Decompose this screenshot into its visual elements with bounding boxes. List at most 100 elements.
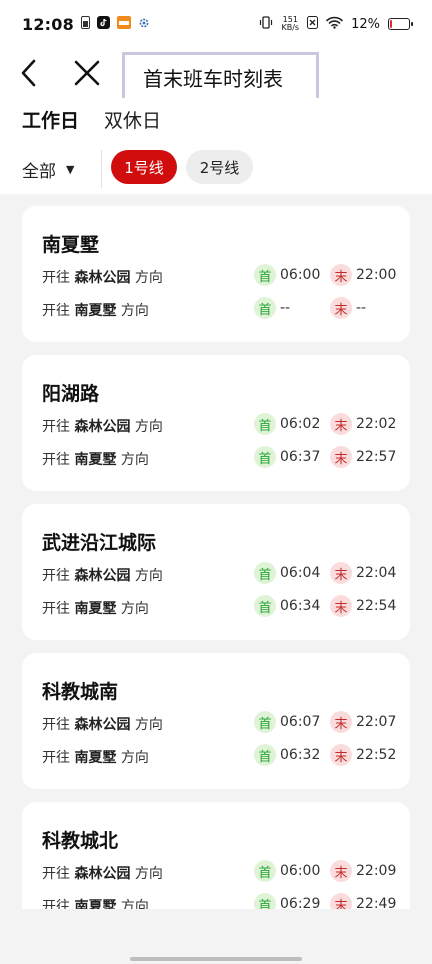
filter-all-label: 全部: [22, 162, 56, 182]
last-train-time: 22:49: [356, 896, 397, 909]
tiktok-icon: [96, 16, 110, 32]
close-button[interactable]: [70, 56, 104, 90]
last-train-time: 22:04: [356, 565, 397, 581]
toward-suffix: 方向: [134, 866, 163, 882]
destination-name: 南夏墅: [74, 899, 117, 909]
last-train-badge: 末: [330, 744, 352, 766]
station-card[interactable]: 科教城北 开往 森林公园 方向首 06:00 末 22:09 开往 南夏墅 方向首 06:2…: [22, 802, 410, 909]
wifi-icon: [326, 16, 343, 33]
direction-row: 开往 南夏墅 方向 首 06:37 末 22:57: [42, 446, 396, 470]
first-train-badge: 首: [254, 744, 276, 766]
last-train-badge: 末: [330, 413, 352, 435]
toward-prefix: 开往: [42, 568, 70, 584]
direction-text: 开往 森林公园 方向: [42, 416, 163, 436]
destination-name: 森林公园: [74, 568, 131, 584]
app-notification-icon: [116, 16, 131, 32]
last-train-time: 22:07: [356, 714, 397, 730]
first-train-badge: 首: [254, 297, 276, 319]
first-train-time: 06:32: [280, 747, 321, 763]
no-sim-icon: [307, 15, 319, 33]
station-card[interactable]: 阳湖路 开往 森林公园 方向首 06:02 末 22:02 开往 南夏墅 方向首 06:37…: [22, 355, 410, 491]
app-bar: 首末班车时刻表: [0, 48, 432, 102]
station-name: 武进沿江城际: [42, 532, 157, 554]
battery-percent: 12%: [351, 16, 380, 32]
filter-all-dropdown[interactable]: 全部 ▼: [22, 157, 74, 182]
direction-text: 开往 南夏墅 方向: [42, 747, 149, 767]
direction-text: 开往 森林公园 方向: [42, 267, 163, 287]
last-train-badge: 末: [330, 893, 352, 909]
first-train-badge: 首: [254, 562, 276, 584]
station-name: 阳湖路: [42, 383, 100, 405]
toward-suffix: 方向: [120, 601, 149, 617]
first-train-badge: 首: [254, 264, 276, 286]
first-train-time: 06:29: [280, 896, 321, 909]
page-title: 首末班车时刻表: [122, 52, 319, 102]
toward-suffix: 方向: [120, 750, 149, 766]
last-train-badge: 末: [330, 860, 352, 882]
toward-suffix: 方向: [134, 270, 163, 286]
status-time: 12:08: [22, 14, 74, 34]
toward-suffix: 方向: [120, 899, 149, 909]
sim-icon: [80, 16, 90, 32]
station-card[interactable]: 南夏墅 开往 森林公园 方向首 06:00 末 22:00 开往 南夏墅 方向首 -- 末 --: [22, 206, 410, 342]
station-card[interactable]: 科教城南 开往 森林公园 方向首 06:07 末 22:07 开往 南夏墅 方向首 06:3…: [22, 653, 410, 789]
first-train-time: 06:02: [280, 416, 321, 432]
destination-name: 南夏墅: [74, 750, 117, 766]
first-train-badge: 首: [254, 595, 276, 617]
first-train-badge: 首: [254, 413, 276, 435]
toward-prefix: 开往: [42, 419, 70, 435]
direction-text: 开往 南夏墅 方向: [42, 300, 149, 320]
direction-text: 开往 南夏墅 方向: [42, 449, 149, 469]
direction-text: 开往 森林公园 方向: [42, 565, 163, 585]
first-train-time: 06:00: [280, 267, 321, 283]
first-train-time: 06:04: [280, 565, 321, 581]
last-train-badge: 末: [330, 446, 352, 468]
first-train-badge: 首: [254, 711, 276, 733]
toward-prefix: 开往: [42, 601, 70, 617]
direction-row: 开往 森林公园 方向 首 06:07 末 22:07: [42, 711, 396, 735]
direction-row: 开往 南夏墅 方向 首 06:32 末 22:52: [42, 744, 396, 768]
line-chip-2[interactable]: 2号线: [186, 150, 253, 184]
toward-suffix: 方向: [120, 303, 149, 319]
toward-prefix: 开往: [42, 866, 70, 882]
battery-icon: [388, 18, 413, 30]
station-name: 科教城北: [42, 830, 119, 852]
home-indicator[interactable]: [130, 957, 302, 961]
line-chip-1[interactable]: 1号线: [111, 150, 177, 184]
last-train-badge: 末: [330, 711, 352, 733]
station-name: 南夏墅: [42, 234, 100, 256]
station-card[interactable]: 武进沿江城际 开往 森林公园 方向首 06:04 末 22:04 开往 南夏墅 方向首 06…: [22, 504, 410, 640]
tab-weekend[interactable]: 双休日: [104, 106, 161, 133]
destination-name: 南夏墅: [74, 303, 117, 319]
destination-name: 森林公园: [74, 270, 131, 286]
destination-name: 森林公园: [74, 419, 131, 435]
settings-gear-icon: [138, 17, 150, 32]
station-list[interactable]: 南夏墅 开往 森林公园 方向首 06:00 末 22:00 开往 南夏墅 方向首 -- 末 --…: [22, 206, 410, 909]
first-train-time: 06:07: [280, 714, 321, 730]
direction-row: 开往 南夏墅 方向 首 06:34 末 22:54: [42, 595, 396, 619]
toward-prefix: 开往: [42, 270, 70, 286]
toward-suffix: 方向: [134, 717, 163, 733]
direction-text: 开往 森林公园 方向: [42, 863, 163, 883]
back-button[interactable]: [14, 56, 46, 90]
tab-workday[interactable]: 工作日: [22, 106, 79, 133]
direction-row: 开往 南夏墅 方向 首 06:29 末 22:49: [42, 893, 396, 909]
direction-row: 开往 森林公园 方向 首 06:00 末 22:09: [42, 860, 396, 884]
toward-suffix: 方向: [134, 419, 163, 435]
destination-name: 南夏墅: [74, 452, 117, 468]
first-train-badge: 首: [254, 860, 276, 882]
direction-text: 开往 森林公园 方向: [42, 714, 163, 734]
toward-prefix: 开往: [42, 303, 70, 319]
toward-prefix: 开往: [42, 452, 70, 468]
toward-prefix: 开往: [42, 899, 70, 909]
last-train-time: 22:09: [356, 863, 397, 879]
status-bar: 12:08 151 KB/s 12%: [0, 0, 432, 48]
net-speed-unit: KB/s: [281, 23, 300, 32]
filter-divider: [101, 150, 102, 188]
direction-row: 开往 森林公园 方向 首 06:02 末 22:02: [42, 413, 396, 437]
first-train-badge: 首: [254, 446, 276, 468]
last-train-badge: 末: [330, 297, 352, 319]
destination-name: 森林公园: [74, 866, 131, 882]
last-train-time: 22:02: [356, 416, 397, 432]
filter-bar: 全部 ▼ 1号线 2号线: [0, 144, 432, 194]
